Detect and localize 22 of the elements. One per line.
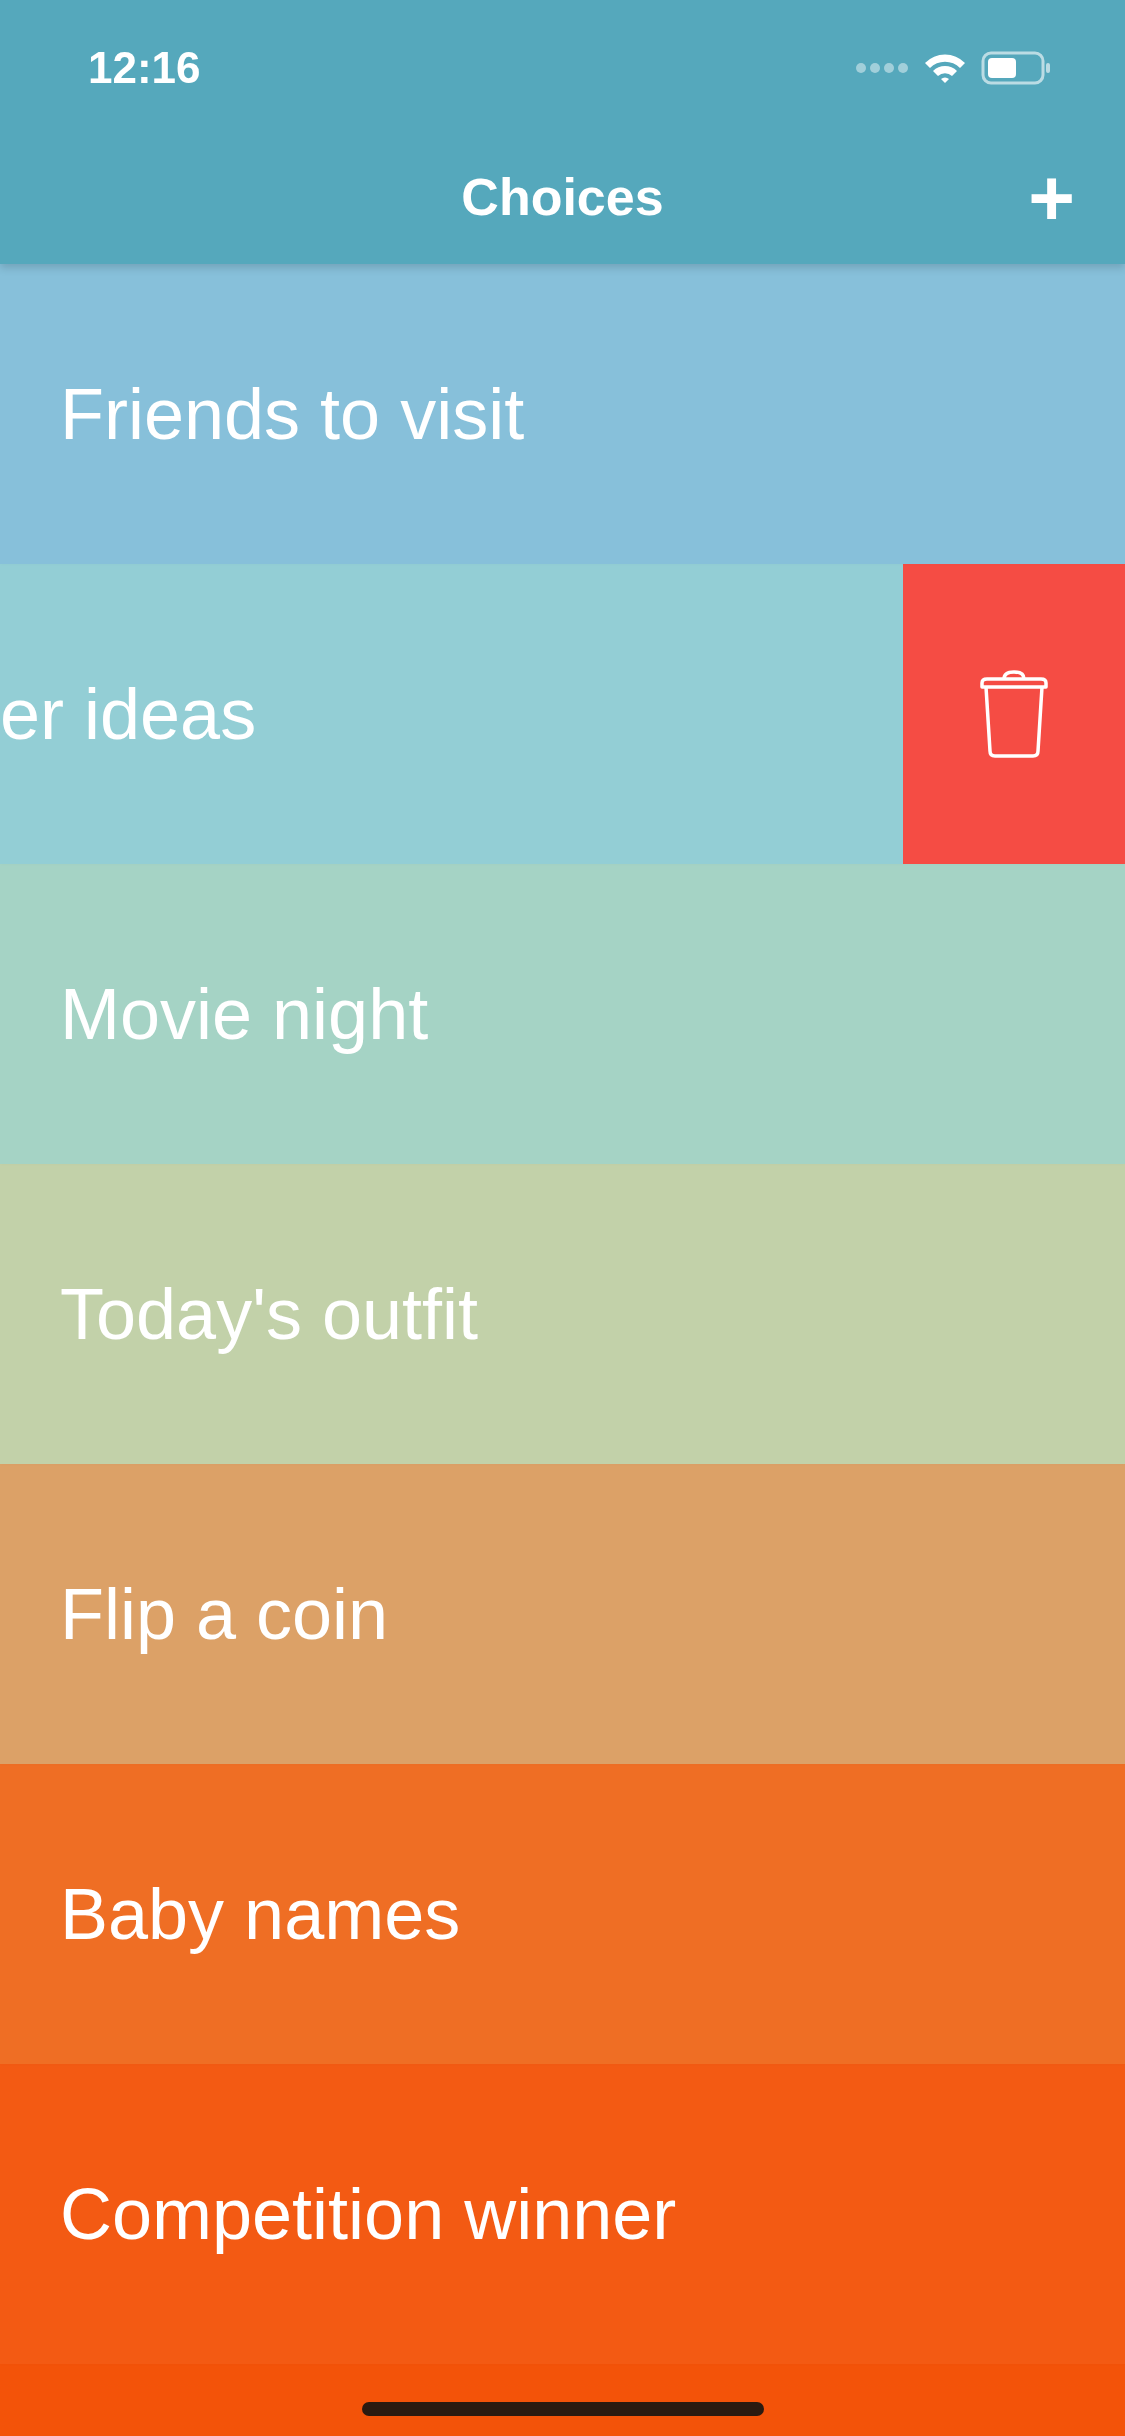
choice-row[interactable]: Baby names xyxy=(0,1764,1125,2064)
nav-title: Choices xyxy=(461,167,664,228)
status-time: 12:16 xyxy=(88,42,201,94)
choice-row[interactable]: Today's outfit xyxy=(0,1164,1125,1464)
battery-icon xyxy=(981,51,1051,85)
wifi-icon xyxy=(923,52,967,84)
choice-label: Movie night xyxy=(59,973,429,1056)
choice-row[interactable]: er ideas xyxy=(0,564,903,864)
choice-label: er ideas xyxy=(0,673,257,756)
choice-label: Friends to visit xyxy=(59,373,525,456)
choice-row[interactable] xyxy=(0,2364,1125,2436)
trash-icon xyxy=(978,669,1050,759)
add-button[interactable]: + xyxy=(1028,158,1075,238)
choice-row[interactable]: Competition winner xyxy=(0,2064,1125,2364)
choice-label: Today's outfit xyxy=(59,1273,478,1356)
choice-label: Competition winner xyxy=(59,2173,677,2256)
choice-label: Baby names xyxy=(59,1873,461,1956)
choice-row[interactable]: Flip a coin xyxy=(0,1464,1125,1764)
choice-row[interactable]: Friends to visit xyxy=(0,264,1125,564)
signal-icon xyxy=(855,62,909,74)
choice-row[interactable]: Movie night xyxy=(0,864,1125,1164)
choice-label: Flip a coin xyxy=(59,1573,389,1656)
